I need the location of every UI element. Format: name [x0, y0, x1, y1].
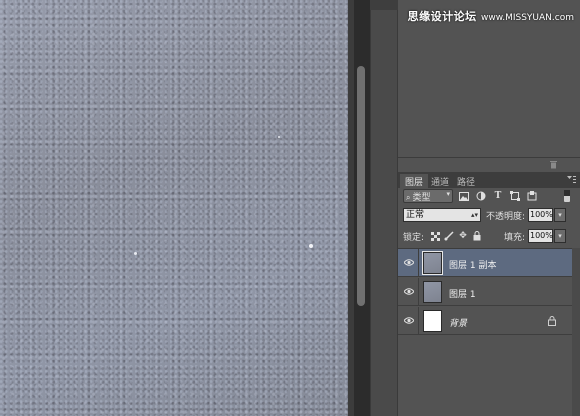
layer-thumbnail — [423, 310, 442, 332]
chevron-down-icon: ▴▾ — [470, 211, 478, 219]
smart-object-filter-icon[interactable] — [526, 190, 538, 202]
texture-speck — [309, 244, 313, 248]
layers-list: 图层 1 副本 图层 1 背景 — [398, 248, 572, 338]
lock-position-icon[interactable]: ✥ — [458, 231, 468, 241]
tab-channels[interactable]: 通道 — [426, 174, 454, 188]
texture-speck — [134, 252, 137, 255]
lock-image-pixels-icon[interactable] — [444, 231, 454, 241]
image-filter-icon[interactable] — [458, 190, 470, 202]
trash-icon[interactable] — [549, 160, 558, 169]
blend-mode-select[interactable]: 正常 ▴▾ — [403, 208, 481, 222]
lock-transparent-pixels-icon[interactable] — [430, 231, 440, 241]
layer-row-background[interactable]: 背景 — [398, 307, 572, 335]
panel-dock-strip-header — [370, 0, 398, 10]
search-icon: ⌕ — [406, 193, 411, 202]
texture-speck — [278, 136, 280, 138]
watermark-url: www.MISSYUAN.com — [480, 13, 574, 23]
canvas-vertical-scrollbar[interactable] — [357, 66, 365, 306]
right-panel: 思缘设计论坛 www.MISSYUAN.com 图层 通道 路径 ⌕类型 ▾ — [398, 0, 580, 416]
layer-thumbnail — [422, 251, 443, 275]
tab-layers[interactable]: 图层 — [400, 174, 429, 188]
tab-paths[interactable]: 路径 — [452, 174, 480, 188]
filter-icons: T — [458, 190, 538, 204]
layer-row-layer1-copy[interactable]: 图层 1 副本 — [398, 249, 572, 277]
blend-row: 正常 ▴▾ 不透明度: 100% ▾ — [398, 208, 580, 224]
panel-dock-strip — [370, 0, 398, 416]
fill-label: 填充: — [504, 233, 526, 243]
document-canvas[interactable] — [0, 0, 348, 416]
watermark: 思缘设计论坛 www.MISSYUAN.com — [408, 8, 574, 24]
opacity-input[interactable]: 100% — [528, 208, 553, 222]
eye-icon[interactable] — [404, 258, 414, 267]
filter-toggle-switch[interactable] — [564, 190, 570, 202]
upper-panel-footer — [398, 158, 580, 172]
layer-name: 图层 1 副本 — [449, 261, 497, 271]
chevron-down-icon: ▾ — [446, 190, 450, 198]
watermark-site-name: 思缘设计论坛 — [407, 10, 477, 23]
layer-name: 图层 1 — [449, 290, 476, 300]
lock-icon — [548, 316, 556, 326]
panel-menu-icon[interactable] — [567, 176, 576, 183]
eye-icon[interactable] — [404, 316, 414, 325]
filter-kind-select[interactable]: ⌕ 类型 ▾ — [403, 189, 453, 203]
type-filter-icon[interactable]: T — [492, 190, 504, 202]
layers-scrollbar[interactable] — [572, 248, 580, 416]
layer-name: 背景 — [449, 319, 468, 329]
opacity-dropdown-button[interactable]: ▾ — [554, 208, 566, 222]
shape-filter-icon[interactable] — [509, 190, 521, 202]
layer-row-layer1[interactable]: 图层 1 — [398, 278, 572, 306]
layer-filter-row: ⌕ 类型 ▾ T — [398, 188, 580, 206]
layer-thumbnail — [423, 281, 442, 303]
eye-icon[interactable] — [404, 287, 414, 296]
lock-all-icon[interactable] — [472, 231, 482, 241]
layers-panel-tabs: 图层 通道 路径 — [398, 172, 580, 188]
fill-input[interactable]: 100% — [528, 229, 553, 243]
opacity-label: 不透明度: — [486, 212, 526, 222]
fill-dropdown-button[interactable]: ▾ — [554, 229, 566, 243]
blend-mode-value: 正常 — [406, 210, 425, 220]
adjustment-filter-icon[interactable] — [475, 190, 487, 202]
lock-label: 锁定: — [403, 233, 425, 243]
lock-row: 锁定: ✥ 填充: 100% ▾ — [398, 229, 580, 245]
lock-icons: ✥ — [430, 231, 482, 241]
filter-kind-label: 类型 — [412, 193, 431, 203]
